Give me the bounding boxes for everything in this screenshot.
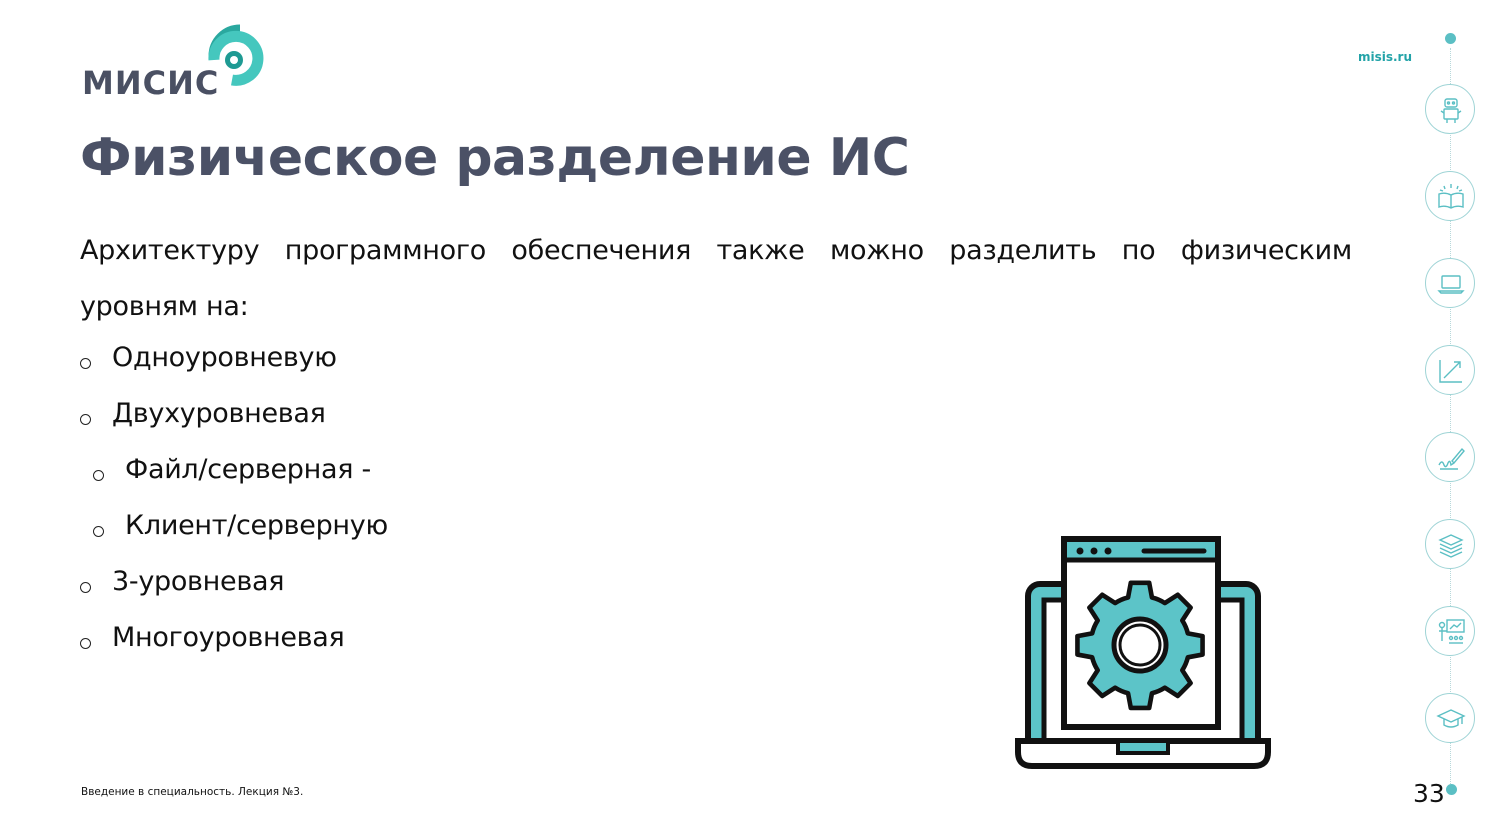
list-item-text: Одноуровневую bbox=[112, 342, 337, 373]
laptop-gear-icon bbox=[1015, 536, 1271, 769]
bullet-circle-icon bbox=[80, 637, 91, 649]
robot-icon bbox=[1425, 84, 1475, 134]
rail-top-dot bbox=[1445, 33, 1456, 44]
book-icon bbox=[1425, 171, 1475, 221]
footer-text: Введение в специальность. Лекция №3. bbox=[81, 786, 304, 798]
chart-icon bbox=[1425, 345, 1475, 395]
bullet-circle-icon bbox=[93, 469, 104, 481]
page-number: 33 bbox=[1413, 779, 1445, 808]
rail-divider bbox=[1450, 48, 1451, 788]
list-item: Двухуровневая bbox=[80, 386, 388, 442]
list-item-text: Двухуровневая bbox=[112, 398, 326, 429]
list-item: Одноуровневую bbox=[80, 330, 388, 386]
bullet-circle-icon bbox=[93, 525, 104, 537]
teacher-icon bbox=[1425, 606, 1475, 656]
bullet-circle-icon bbox=[80, 357, 91, 369]
bullet-circle-icon bbox=[80, 581, 91, 593]
intro-paragraph: Архитектуру программного обеспечения так… bbox=[80, 235, 1352, 322]
books-stack-icon bbox=[1425, 519, 1475, 569]
bullet-circle-icon bbox=[80, 413, 91, 425]
list-item: 3-уровневая bbox=[80, 554, 388, 610]
list-item-text: Многоуровневая bbox=[112, 622, 345, 653]
laptop-settings-illustration bbox=[1012, 522, 1274, 776]
site-link[interactable]: misis.ru bbox=[1358, 50, 1412, 64]
university-logo: МИСИС bbox=[80, 20, 270, 102]
graduation-cap-icon bbox=[1425, 693, 1475, 743]
logo-mark-icon bbox=[208, 24, 264, 86]
list-item-text: 3-уровневая bbox=[112, 566, 285, 597]
slide-title: Физическое разделение ИС bbox=[80, 128, 910, 188]
list-item: Многоуровневая bbox=[80, 610, 388, 666]
list-item-text: Файл/серверная - bbox=[125, 454, 371, 485]
signature-icon bbox=[1425, 432, 1475, 482]
rail-bottom-dot bbox=[1446, 784, 1457, 795]
list-item: Клиент/серверную bbox=[80, 498, 388, 554]
list-item-text: Клиент/серверную bbox=[125, 510, 388, 541]
bullet-list: Одноуровневую Двухуровневая Файл/серверн… bbox=[80, 330, 388, 666]
laptop-icon bbox=[1425, 258, 1475, 308]
list-item: Файл/серверная - bbox=[80, 442, 388, 498]
